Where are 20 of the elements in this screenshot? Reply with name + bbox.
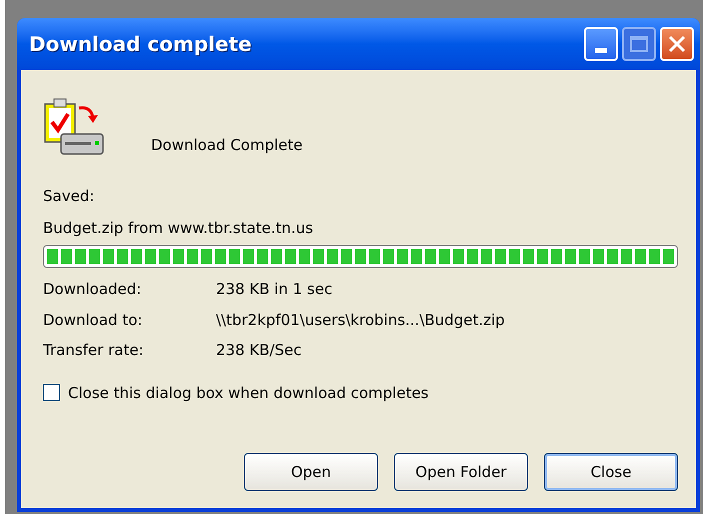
detail-label: Downloaded:: [43, 279, 142, 300]
detail-label: Download to:: [43, 310, 144, 330]
close-window-button[interactable]: [660, 27, 694, 61]
status-message: Download Complete: [151, 134, 303, 156]
detail-label: Transfer rate:: [43, 340, 145, 361]
close-icon: [668, 35, 686, 53]
saved-label: Saved:: [43, 186, 94, 207]
close-when-done-checkbox[interactable]: [43, 384, 60, 402]
dialog-button[interactable]: Open Folder: [394, 453, 528, 491]
detail-value: \\tbr2kpf01\users\krobins...\Budget.zip: [216, 310, 506, 330]
dialog-button[interactable]: Open: [244, 453, 378, 491]
minimize-icon: [595, 48, 607, 53]
detail-value: 238 KB in 1 sec: [216, 279, 334, 300]
detail-value: 238 KB/Sec: [216, 340, 303, 361]
checkbox-label: Close this dialog box when download completes: [68, 382, 429, 404]
maximize-icon: [630, 36, 648, 52]
minimize-button[interactable]: [584, 27, 618, 61]
window-title: Download complete: [29, 31, 253, 58]
saved-file-text: Budget.zip from www.tbr.state.tn.us: [43, 218, 314, 238]
dialog-button[interactable]: Close: [544, 453, 678, 491]
